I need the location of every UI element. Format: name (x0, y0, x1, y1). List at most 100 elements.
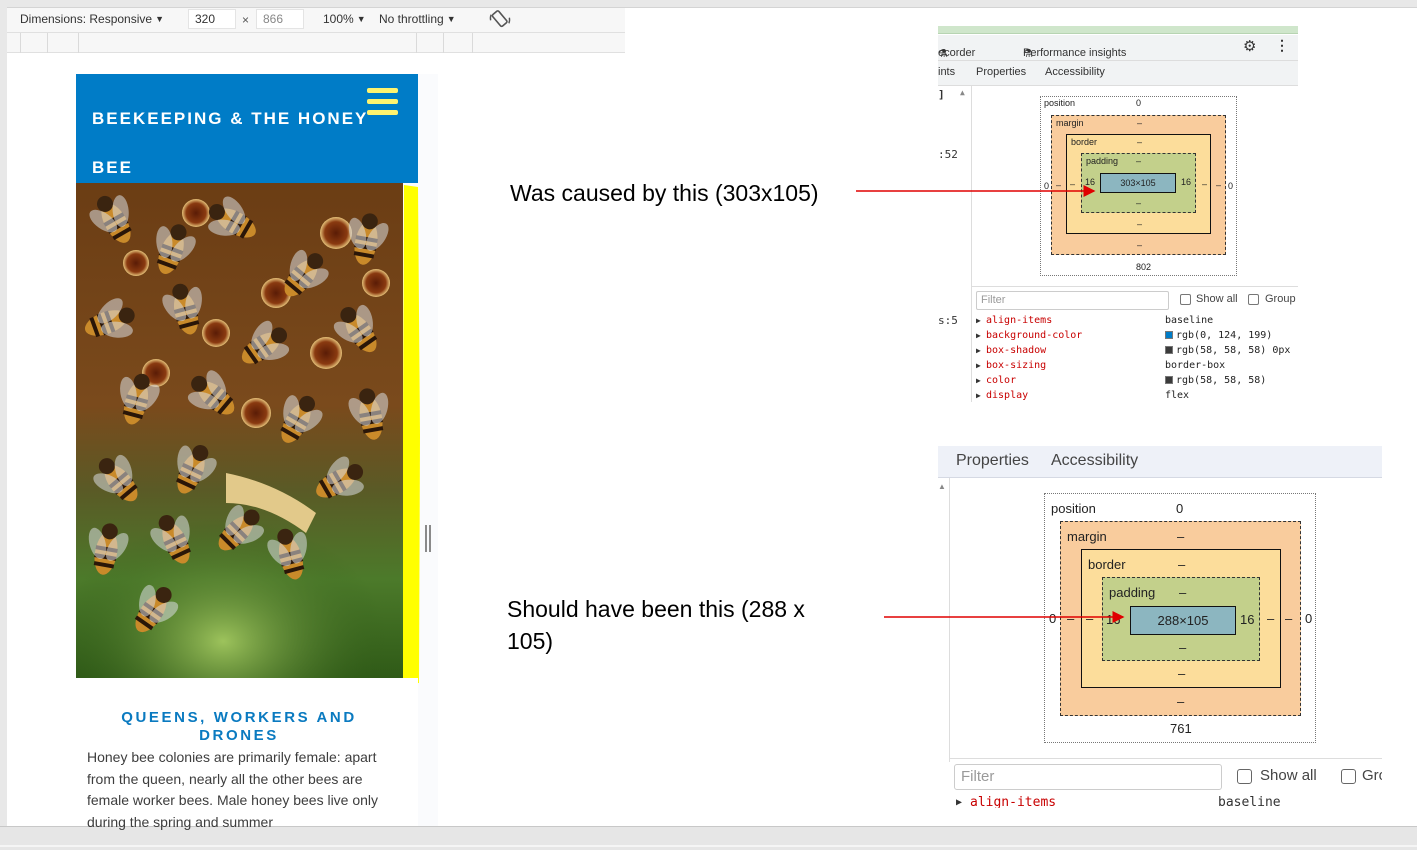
flask-icon: ⚗ (938, 48, 948, 60)
filter-input[interactable]: Filter (954, 764, 1222, 790)
hamburger-menu-icon[interactable] (367, 88, 398, 115)
property-row[interactable]: ▶ box-shadow rgb(58, 58, 58) 0px (972, 345, 1298, 360)
property-name: display (986, 390, 1029, 401)
filter-input[interactable]: Filter (976, 291, 1169, 310)
annotation-caused-by: Was caused by this (303x105) (510, 180, 819, 206)
property-row[interactable]: ▶ align-items baseline (972, 315, 1298, 330)
margin-label: margin (1067, 529, 1107, 544)
position-right-value: 0 (1228, 181, 1234, 191)
dimensions-dropdown[interactable]: Dimensions: Responsive ▼ (20, 11, 164, 27)
times-symbol: × (242, 13, 250, 27)
height-input[interactable]: 866 (256, 9, 304, 29)
property-value-text: flex (1165, 390, 1190, 401)
bracket-icon: ] (938, 88, 945, 101)
scroll-up-arrow-icon[interactable]: ▲ (938, 482, 946, 491)
group-label: Group (1265, 293, 1296, 305)
annotation-should-have-been: Should have been this (288 x 105) (507, 596, 805, 654)
show-all-label: Show all (1196, 293, 1238, 305)
tab-properties[interactable]: Properties (956, 452, 1029, 470)
tab-breakpoints[interactable]: ints (938, 66, 955, 78)
expand-arrow-icon[interactable]: ▶ (976, 391, 981, 400)
margin-box: margin – – – – border – – – – padding – … (1051, 115, 1226, 255)
padding-label: padding (1109, 585, 1156, 600)
property-name: background-color (986, 330, 1083, 341)
gutter-value-a: :52 (938, 148, 958, 161)
property-value: baseline (1218, 795, 1281, 808)
padding-label: padding (1086, 156, 1119, 166)
width-input[interactable]: 320 (188, 9, 236, 29)
property-value-text: rgb(58, 58, 58) (1176, 375, 1267, 386)
flask-icon: ⚗ (1023, 48, 1033, 60)
devtools-panel-actual: ecorder ⚗ Performance insights ⚗ ⚙ ⋮ int… (938, 26, 1298, 402)
property-name: box-shadow (986, 345, 1047, 356)
expand-arrow-icon[interactable]: ▶ (976, 361, 981, 370)
border-left-value: – (1086, 611, 1094, 626)
overflow-highlight-mark (402, 185, 421, 685)
section-paragraph: Honey bee colonies are primarily female:… (87, 749, 379, 830)
property-value-text: rgb(0, 124, 199) (1176, 330, 1273, 341)
padding-left-value: 16 (1085, 177, 1096, 187)
expand-arrow-icon[interactable]: ▶ (976, 316, 981, 325)
dropdown-arrow-icon: ▼ (356, 14, 366, 24)
box-model-diagram: position 0 0 0 802 margin – – – – border… (1040, 96, 1237, 276)
color-swatch[interactable] (1165, 346, 1173, 354)
border-box: border – – – – padding – 16 16 – 303×105 (1066, 134, 1211, 234)
padding-top-value: – (1179, 585, 1187, 600)
expand-arrow-icon[interactable]: ▶ (976, 331, 981, 340)
show-all-checkbox[interactable] (1180, 294, 1191, 305)
show-all-label: Show all (1260, 767, 1317, 784)
tab-properties[interactable]: Properties (976, 66, 1026, 78)
padding-bottom-value: – (1179, 640, 1187, 655)
expand-arrow-icon[interactable]: ▶ (976, 346, 981, 355)
viewport-resize-handle[interactable] (424, 525, 432, 552)
group-checkbox[interactable] (1341, 769, 1356, 784)
section-heading: QUEENS, WORKERS AND DRONES (121, 709, 357, 744)
property-row[interactable]: ▶ color rgb(58, 58, 58) (972, 375, 1298, 390)
settings-gear-icon[interactable]: ⚙ (1243, 37, 1256, 55)
property-value: border-box (1165, 360, 1225, 371)
content-box-size: 303×105 (1100, 173, 1176, 193)
color-swatch[interactable] (1165, 331, 1173, 339)
show-all-checkbox[interactable] (1237, 769, 1252, 784)
gutter-value-b: s:5 (938, 314, 958, 327)
expand-arrow-icon[interactable]: ▶ (976, 376, 981, 385)
border-bottom-value: – (1137, 219, 1143, 229)
site-title[interactable]: BEEKEEPING & THE HONEY BEE (92, 94, 372, 192)
devtools-panel-expected: Properties Accessibility ▲ position 0 0 … (938, 446, 1382, 808)
property-name: align-items (986, 315, 1053, 326)
dimensions-label: Dimensions: Responsive (20, 12, 153, 26)
margin-top-value: – (1177, 529, 1185, 544)
tab-accessibility[interactable]: Accessibility (1051, 452, 1138, 470)
property-value-text: border-box (1165, 360, 1226, 371)
margin-right-value: – (1216, 180, 1222, 190)
zoom-label: 100% (323, 12, 354, 26)
media-query-bar (7, 32, 625, 53)
padding-top-value: – (1136, 156, 1142, 166)
margin-bottom-value: – (1177, 694, 1185, 709)
rotate-icon[interactable] (489, 8, 511, 34)
color-swatch[interactable] (1165, 376, 1173, 384)
throttling-label: No throttling (379, 12, 444, 26)
tab-accessibility[interactable]: Accessibility (1045, 66, 1105, 78)
border-right-value: – (1267, 611, 1275, 626)
property-row[interactable]: ▶ box-sizing border-box (972, 360, 1298, 375)
property-row[interactable]: ▶ background-color rgb(0, 124, 199) (972, 330, 1298, 345)
property-value: rgb(0, 124, 199) (1165, 330, 1272, 341)
padding-bottom-value: – (1136, 198, 1142, 208)
border-label: border (1071, 137, 1098, 147)
scroll-up-arrow-icon[interactable]: ▲ (960, 88, 965, 97)
more-menu-icon[interactable]: ⋮ (1275, 37, 1289, 54)
position-label: position (1044, 98, 1076, 108)
expand-arrow-icon[interactable]: ▶ (956, 797, 962, 808)
devtools-tab-bar: ecorder ⚗ Performance insights ⚗ ⚙ ⋮ (938, 35, 1298, 61)
property-row[interactable]: ▶ display flex (972, 390, 1298, 402)
position-left-value: 0 (1049, 611, 1057, 626)
padding-left-value: 16 (1106, 612, 1121, 627)
border-top-value: – (1178, 557, 1186, 572)
throttling-dropdown[interactable]: No throttling ▼ (379, 11, 456, 27)
group-checkbox[interactable] (1248, 294, 1259, 305)
styles-gutter: ] :52 s:5 ▲ (938, 86, 972, 402)
margin-left-value: – (1056, 180, 1062, 190)
border-label: border (1088, 557, 1126, 572)
zoom-dropdown[interactable]: 100% ▼ (323, 11, 366, 27)
